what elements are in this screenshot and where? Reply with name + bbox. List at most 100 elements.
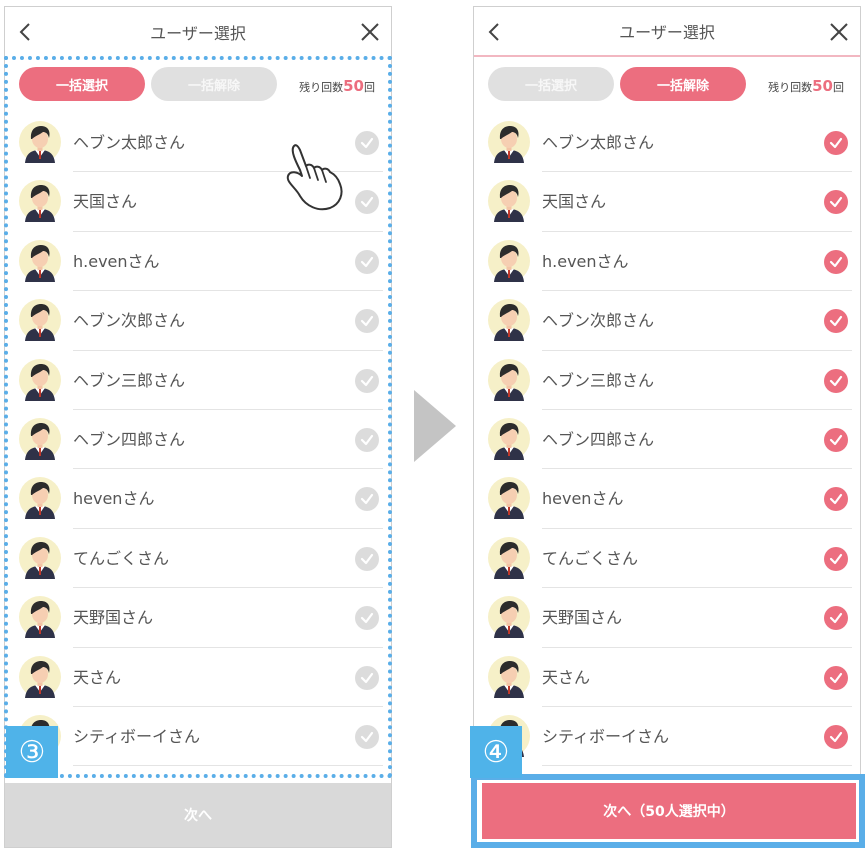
select-all-button[interactable]: 一括選択: [488, 67, 614, 101]
check-icon[interactable]: [355, 249, 379, 274]
user-name: シティボーイさん: [542, 726, 670, 746]
check-icon[interactable]: [355, 309, 379, 334]
check-icon[interactable]: [824, 190, 848, 215]
check-icon[interactable]: [355, 665, 379, 690]
avatar: [488, 180, 530, 223]
list-item[interactable]: ヘブン太郎さん: [474, 113, 860, 173]
user-name: ヘブン太郎さん: [73, 133, 186, 152]
check-icon[interactable]: [355, 427, 379, 452]
list-item[interactable]: 天国さん: [474, 172, 860, 232]
check-icon[interactable]: [355, 606, 379, 631]
list-item[interactable]: てんごくさん: [5, 529, 391, 589]
list-item[interactable]: 天さん: [5, 648, 391, 707]
remaining-number: 50: [812, 77, 833, 95]
user-name: ヘブン次郎さん: [542, 311, 655, 331]
avatar: [488, 358, 530, 401]
avatar: [488, 417, 530, 460]
user-name: 天国さん: [542, 192, 607, 212]
remaining-count: 残り回数50回: [299, 77, 375, 95]
list-item[interactable]: ヘブン四郎さん: [5, 410, 391, 470]
avatar: [488, 596, 530, 639]
list-item[interactable]: ヘブン三郎さん: [5, 351, 391, 410]
user-name: ヘブン三郎さん: [73, 370, 186, 390]
remaining-prefix: 残り回数: [299, 81, 344, 94]
check-icon[interactable]: [824, 131, 848, 155]
divider: [73, 765, 383, 767]
user-name: hevenさん: [73, 489, 155, 509]
list-item[interactable]: シティボーイさん: [5, 707, 391, 767]
select-all-button[interactable]: 一括選択: [19, 67, 145, 101]
user-name: ヘブン四郎さん: [73, 429, 186, 449]
avatar: [488, 239, 530, 282]
check-icon[interactable]: [355, 546, 379, 571]
user-name: 天野国さん: [73, 608, 154, 628]
user-name: ヘブン次郎さん: [73, 311, 186, 331]
list-item[interactable]: ヘブン次郎さん: [5, 291, 391, 351]
screen-before: ユーザー選択 一括選択 一括解除 残り回数50回 ヘブン太郎さん 天国さん h.ev…: [4, 6, 392, 848]
avatar: [19, 655, 61, 698]
list-item[interactable]: 天野国さん: [5, 588, 391, 648]
back-icon[interactable]: [484, 21, 506, 43]
check-icon[interactable]: [355, 131, 379, 155]
header: ユーザー選択: [474, 7, 860, 57]
step-badge: ④: [470, 726, 522, 778]
avatar: [19, 536, 61, 579]
check-icon[interactable]: [355, 724, 379, 749]
selection-toolbar: 一括選択 一括解除 残り回数50回: [486, 67, 848, 103]
avatar: [19, 299, 61, 342]
check-icon[interactable]: [824, 309, 848, 334]
check-icon[interactable]: [355, 368, 379, 393]
user-name: ヘブン三郎さん: [542, 370, 655, 390]
avatar: [488, 536, 530, 579]
user-name: h.evenさん: [73, 251, 160, 271]
page-title: ユーザー選択: [150, 24, 246, 43]
check-icon[interactable]: [355, 190, 379, 215]
deselect-all-button[interactable]: 一括解除: [620, 67, 746, 101]
list-item[interactable]: 天野国さん: [474, 588, 860, 648]
selection-toolbar: 一括選択 一括解除 残り回数50回: [17, 67, 379, 103]
list-item[interactable]: h.evenさん: [474, 232, 860, 292]
avatar: [19, 477, 61, 520]
header: ユーザー選択: [5, 7, 391, 57]
check-icon[interactable]: [824, 368, 848, 393]
divider: [542, 765, 852, 767]
list-item[interactable]: てんごくさん: [474, 529, 860, 589]
step-badge: ③: [6, 726, 58, 778]
user-name: h.evenさん: [542, 251, 629, 271]
check-icon[interactable]: [355, 487, 379, 512]
close-icon[interactable]: [828, 21, 850, 43]
check-icon[interactable]: [824, 249, 848, 274]
avatar: [488, 477, 530, 520]
check-icon[interactable]: [824, 724, 848, 749]
user-name: 天さん: [73, 667, 122, 687]
avatar: [19, 239, 61, 282]
check-icon[interactable]: [824, 665, 848, 690]
list-item[interactable]: ヘブン次郎さん: [474, 291, 860, 351]
avatar: [488, 299, 530, 342]
list-item[interactable]: ヘブン四郎さん: [474, 410, 860, 470]
deselect-all-button[interactable]: 一括解除: [151, 67, 277, 101]
avatar: [488, 121, 530, 163]
next-button[interactable]: 次へ（50人選択中）: [482, 783, 856, 839]
avatar: [19, 417, 61, 460]
check-icon[interactable]: [824, 487, 848, 512]
remaining-suffix: 回: [364, 81, 375, 94]
list-item[interactable]: シティボーイさん: [474, 707, 860, 767]
triangle-arrow-icon: [414, 390, 456, 462]
list-item[interactable]: ヘブン三郎さん: [474, 351, 860, 410]
user-name: シティボーイさん: [73, 726, 201, 746]
list-item[interactable]: hevenさん: [474, 469, 860, 529]
user-list: ヘブン太郎さん天国さん h.evenさんヘブン次郎さん ヘブン三郎さんヘブン四郎さん…: [474, 113, 860, 767]
check-icon[interactable]: [824, 546, 848, 571]
remaining-prefix: 残り回数: [768, 81, 813, 94]
check-icon[interactable]: [824, 606, 848, 631]
close-icon[interactable]: [359, 21, 381, 43]
list-item[interactable]: hevenさん: [5, 469, 391, 529]
avatar: [19, 358, 61, 401]
check-icon[interactable]: [824, 427, 848, 452]
back-icon[interactable]: [15, 21, 37, 43]
next-button[interactable]: 次へ: [5, 783, 391, 847]
list-item[interactable]: h.evenさん: [5, 232, 391, 292]
screen-after: ユーザー選択 一括選択 一括解除 残り回数50回 ヘブン太郎さん天国さん h.ev…: [473, 6, 861, 848]
list-item[interactable]: 天さん: [474, 648, 860, 707]
